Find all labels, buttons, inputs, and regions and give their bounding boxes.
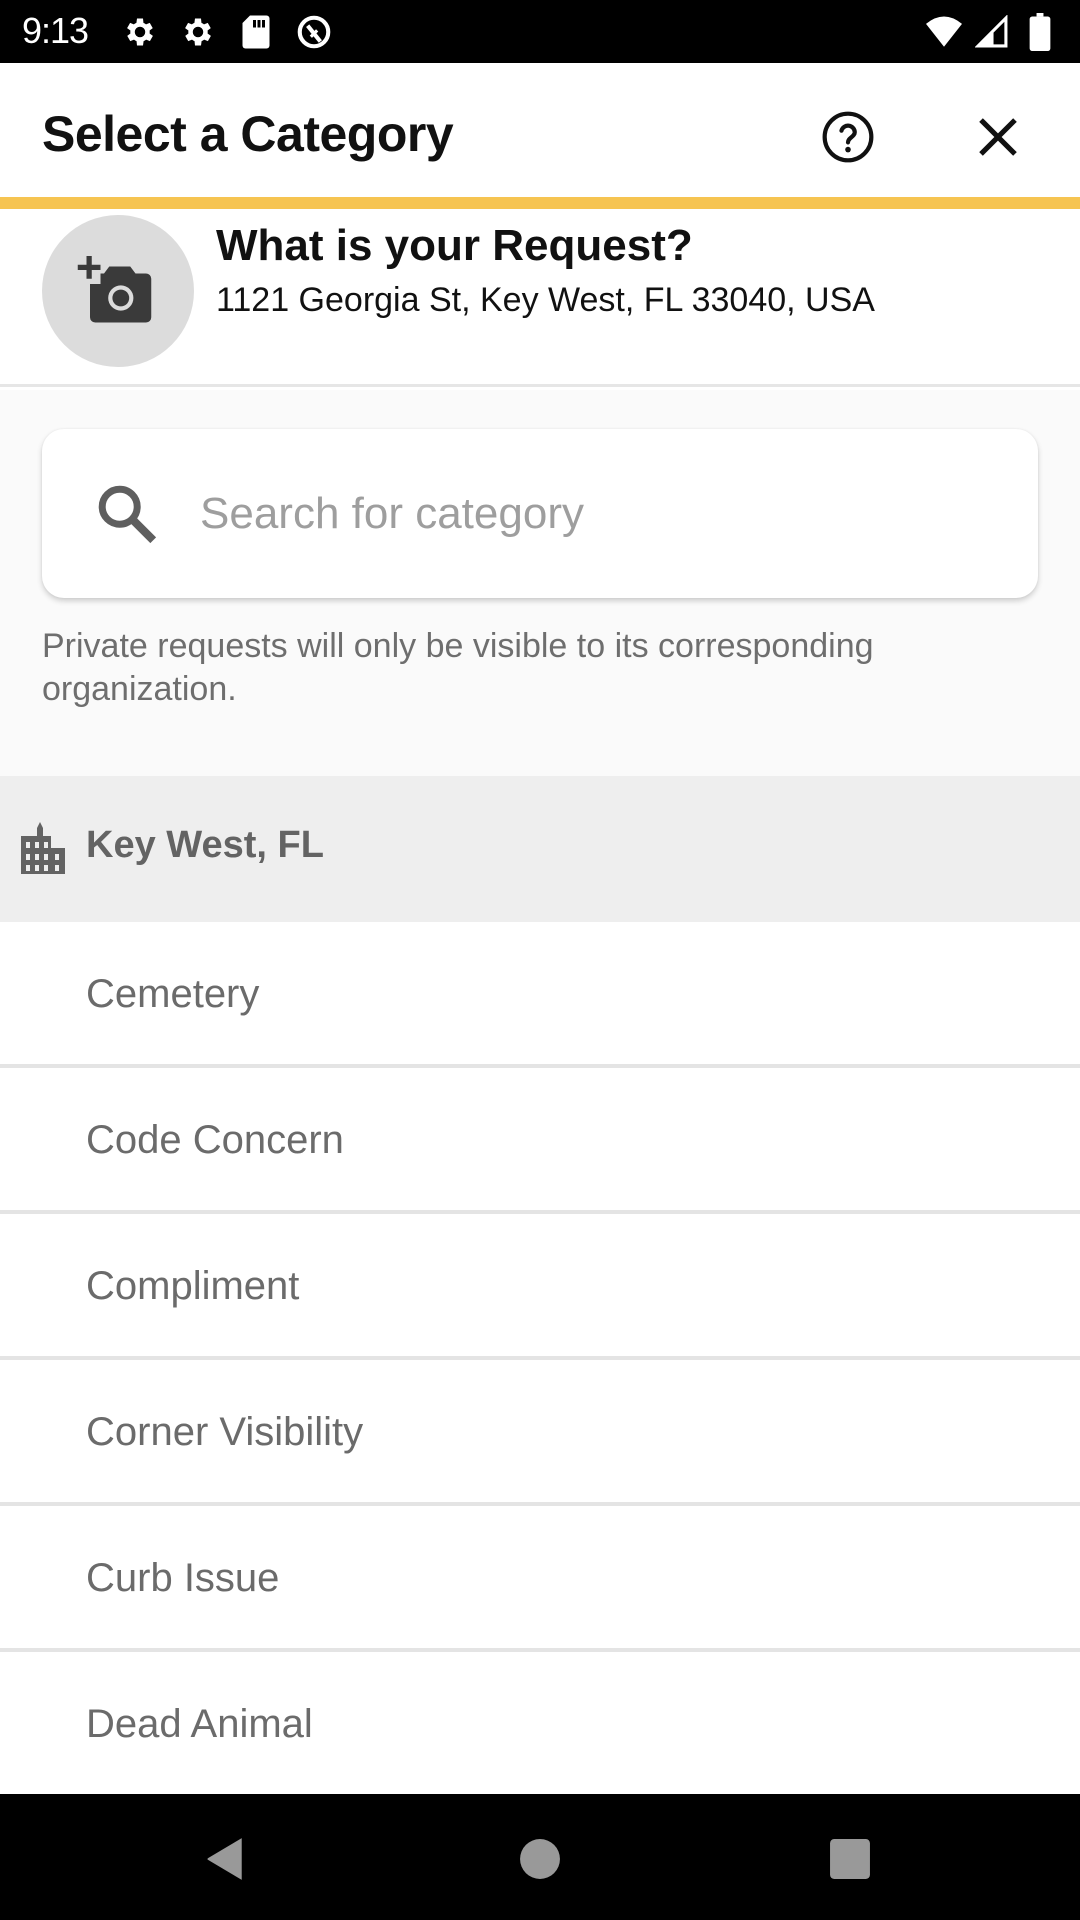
category-label: Corner Visibility: [86, 1410, 364, 1454]
search-input[interactable]: [200, 469, 1000, 559]
category-label: Curb Issue: [86, 1556, 280, 1600]
category-label: Code Concern: [86, 1118, 344, 1162]
wifi-icon: [924, 12, 964, 52]
private-requests-note: Private requests will only be visible to…: [42, 627, 874, 708]
status-time: 9:13: [22, 10, 89, 51]
category-item[interactable]: Corner Visibility: [0, 1360, 1080, 1506]
status-bar: 9:13: [0, 0, 1080, 63]
request-summary: What is your Request? 1121 Georgia St, K…: [0, 209, 1080, 387]
page-title: Select a Category: [42, 106, 454, 162]
city-building-icon: [21, 822, 65, 874]
search-box[interactable]: [42, 429, 1038, 598]
close-icon: [979, 118, 1017, 156]
home-circle-icon: [520, 1839, 560, 1879]
recents-square-icon: [830, 1839, 870, 1879]
category-item[interactable]: Curb Issue: [0, 1506, 1080, 1652]
category-label: Dead Animal: [86, 1702, 313, 1746]
request-address: 1121 Georgia St, Key West, FL 33040, USA: [216, 281, 875, 319]
search-icon: [98, 485, 157, 544]
cell-signal-icon: [972, 12, 1012, 52]
close-button[interactable]: [970, 109, 1026, 165]
nav-recents-button[interactable]: [825, 1834, 875, 1884]
back-triangle-icon: [207, 1838, 242, 1880]
system-nav-bar: [0, 1794, 1080, 1920]
add-photo-button[interactable]: [42, 215, 194, 367]
category-label: Compliment: [86, 1264, 300, 1308]
battery-icon: [1020, 12, 1060, 52]
data-saver-icon: [294, 12, 334, 52]
settings-icon: [178, 12, 218, 52]
category-label: Cemetery: [86, 972, 260, 1016]
nav-back-button[interactable]: [200, 1834, 250, 1884]
category-list: Cemetery Code Concern Compliment Corner …: [0, 922, 1080, 1798]
organization-name: Key West, FL: [86, 824, 324, 866]
help-circle-icon: [822, 111, 874, 163]
nav-home-button[interactable]: [515, 1834, 565, 1884]
add-photo-icon: [77, 256, 152, 323]
accent-divider: [0, 197, 1080, 209]
help-button[interactable]: [820, 109, 876, 165]
category-item[interactable]: Dead Animal: [0, 1652, 1080, 1798]
settings-icon: [120, 12, 160, 52]
category-item[interactable]: Code Concern: [0, 1068, 1080, 1214]
category-item[interactable]: Cemetery: [0, 922, 1080, 1068]
category-item[interactable]: Compliment: [0, 1214, 1080, 1360]
app-header: Select a Category: [0, 63, 1080, 197]
sd-card-icon: [236, 12, 276, 52]
organization-header: Key West, FL: [0, 776, 1080, 922]
request-title: What is your Request?: [216, 221, 693, 270]
